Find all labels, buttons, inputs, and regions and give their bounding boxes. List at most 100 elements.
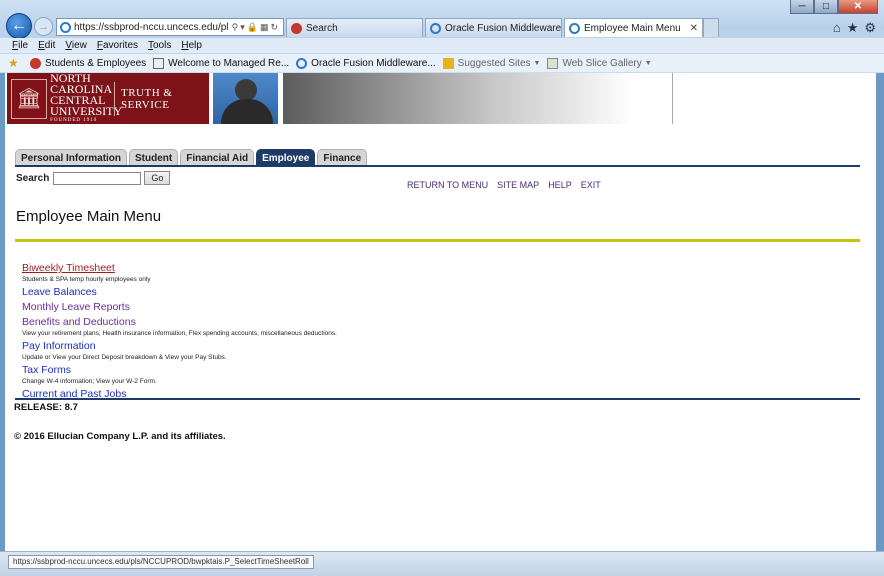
favorite-label: Welcome to Managed Re... <box>168 57 290 69</box>
ie-page-icon <box>569 22 580 34</box>
tab-divider <box>15 165 860 167</box>
tab-employee[interactable]: Employee <box>256 149 316 166</box>
university-logo[interactable]: 🏛 NORTH CAROLINA CENTRAL UNIVERSITY FOUN… <box>7 71 209 124</box>
favorite-label: Web Slice Gallery <box>562 57 642 69</box>
status-bar: https://ssbprod-nccu.uncecs.edu/pls/NCCU… <box>0 551 884 576</box>
lock-icon[interactable]: 🔒 <box>247 22 260 32</box>
logo-divider <box>114 81 115 116</box>
tab-student[interactable]: Student <box>129 149 179 166</box>
bing-icon <box>442 57 454 69</box>
university-motto: TRUTH & SERVICE <box>120 86 173 111</box>
menu-item-description: Change W-4 information; View your W-2 Fo… <box>22 378 157 385</box>
gear-icon[interactable]: ⚙ <box>864 20 876 36</box>
tab-finance[interactable]: Finance <box>317 149 368 166</box>
web-page: 🏛 NORTH CAROLINA CENTRAL UNIVERSITY FOUN… <box>5 71 876 551</box>
return-to-menu-link[interactable]: RETURN TO MENU <box>407 180 488 190</box>
minimize-button[interactable]: ─ <box>790 0 814 14</box>
favorite-web-slice-gallery[interactable]: Web Slice Gallery ▼ <box>547 57 652 69</box>
page-title: Employee Main Menu <box>16 208 162 225</box>
go-button[interactable]: Go <box>144 171 171 185</box>
employee-menu-list: Biweekly Timesheet Students & SPA temp h… <box>22 262 337 403</box>
refresh-icon[interactable]: ↻ <box>270 22 280 32</box>
browser-tab-employee-main-menu[interactable]: Employee Main Menu ✕ <box>564 18 703 37</box>
browser-toolbar-icons: ⌂ ★ ⚙ <box>833 20 876 36</box>
compatibility-icon[interactable]: ▦ <box>260 22 271 32</box>
list-item: Pay Information Update or View your Dire… <box>22 340 337 362</box>
search-icon[interactable]: ⚲ <box>232 22 241 32</box>
status-url: https://ssbprod-nccu.uncecs.edu/pls/NCCU… <box>8 555 314 569</box>
ie-logo-icon <box>60 21 71 33</box>
menu-item-description: View your retirement plans, Health insur… <box>22 330 337 337</box>
page-icon <box>153 57 165 69</box>
tab-personal-information[interactable]: Personal Information <box>15 149 128 166</box>
leave-balances-link[interactable]: Leave Balances <box>22 286 337 299</box>
list-item: Biweekly Timesheet Students & SPA temp h… <box>22 262 337 284</box>
browser-chrome: ← → https://ssbprod-nccu.uncecs.edu/pls/… <box>0 0 884 73</box>
favorite-label: Suggested Sites <box>457 57 531 69</box>
favorites-star[interactable]: ★ <box>8 55 23 70</box>
address-url[interactable]: https://ssbprod-nccu.uncecs.edu/pls/NC <box>74 22 229 33</box>
menu-file[interactable]: File <box>12 38 28 53</box>
ie-page-icon <box>430 22 441 34</box>
university-name: NORTH CAROLINA CENTRAL UNIVERSITY <box>50 71 123 118</box>
help-link[interactable]: HELP <box>548 180 572 190</box>
menu-favorites[interactable]: Favorites <box>97 38 138 53</box>
favorite-managed-re[interactable]: Welcome to Managed Re... <box>153 57 290 69</box>
tab-label: Oracle Fusion Middleware For... <box>445 22 562 34</box>
search-row: Search Go <box>16 171 171 185</box>
star-icon[interactable]: ★ <box>847 20 859 36</box>
footer-divider <box>15 398 860 400</box>
exit-link[interactable]: EXIT <box>581 180 601 190</box>
favorite-suggested-sites[interactable]: Suggested Sites ▼ <box>442 57 541 69</box>
browser-tab-search[interactable]: Search <box>286 18 423 37</box>
arrow-right-icon: → <box>38 20 49 33</box>
close-tab-icon[interactable]: ✕ <box>686 23 698 34</box>
site-map-link[interactable]: SITE MAP <box>497 180 539 190</box>
statue-photo <box>213 73 278 124</box>
list-item: Monthly Leave Reports <box>22 301 337 314</box>
maximize-button[interactable]: □ <box>814 0 838 14</box>
menu-view[interactable]: View <box>65 38 87 53</box>
benefits-and-deductions-link[interactable]: Benefits and Deductions <box>22 316 337 329</box>
release-text: RELEASE: 8.7 <box>14 402 78 413</box>
founded-text: FOUNDED 1910 <box>50 118 98 123</box>
forward-button[interactable]: → <box>34 17 53 36</box>
menu-help[interactable]: Help <box>181 38 202 53</box>
window-controls: ─ □ ✕ <box>790 0 878 14</box>
search-label: Search <box>16 172 50 184</box>
tab-label: Employee Main Menu <box>584 22 681 34</box>
home-icon[interactable]: ⌂ <box>833 20 841 36</box>
chevron-down-icon: ▼ <box>644 59 652 67</box>
tab-financial-aid[interactable]: Financial Aid <box>180 149 255 166</box>
biweekly-timesheet-link[interactable]: Biweekly Timesheet <box>22 262 337 275</box>
arrow-left-icon: ← <box>11 17 27 34</box>
address-bar[interactable]: https://ssbprod-nccu.uncecs.edu/pls/NC ⚲… <box>56 18 284 36</box>
search-page-icon <box>291 22 302 34</box>
banner-gradient <box>283 73 673 124</box>
menu-item-description: Update or View your Direct Deposit break… <box>22 354 227 361</box>
tab-label: Search <box>306 22 338 34</box>
favorite-oracle-fusion[interactable]: Oracle Fusion Middleware... <box>296 57 436 69</box>
favorite-label: Students & Employees <box>45 57 147 69</box>
browser-tab-oracle[interactable]: Oracle Fusion Middleware For... <box>425 18 562 37</box>
top-links: RETURN TO MENU SITE MAP HELP EXIT <box>407 180 601 190</box>
search-page-icon <box>30 57 41 69</box>
new-tab-button[interactable] <box>703 18 719 37</box>
menu-tools[interactable]: Tools <box>148 38 171 53</box>
gold-divider <box>15 239 860 242</box>
search-input[interactable] <box>53 171 142 185</box>
list-item: Leave Balances <box>22 286 337 299</box>
favorite-students-employees[interactable]: Students & Employees <box>30 57 147 69</box>
menu-bar: File Edit View Favorites Tools Help <box>0 38 884 53</box>
back-button[interactable]: ← <box>6 13 32 39</box>
favorites-star-icon: ★ <box>8 55 19 70</box>
favorite-label: Oracle Fusion Middleware... <box>311 57 436 69</box>
menu-edit[interactable]: Edit <box>38 38 55 53</box>
close-window-button[interactable]: ✕ <box>838 0 878 14</box>
chevron-down-icon: ▼ <box>533 59 541 67</box>
monthly-leave-reports-link[interactable]: Monthly Leave Reports <box>22 301 337 314</box>
favorites-bar: ★ Students & Employees Welcome to Manage… <box>0 54 884 72</box>
tax-forms-link[interactable]: Tax Forms <box>22 364 337 377</box>
university-banner: 🏛 NORTH CAROLINA CENTRAL UNIVERSITY FOUN… <box>5 71 876 125</box>
pay-information-link[interactable]: Pay Information <box>22 340 337 353</box>
